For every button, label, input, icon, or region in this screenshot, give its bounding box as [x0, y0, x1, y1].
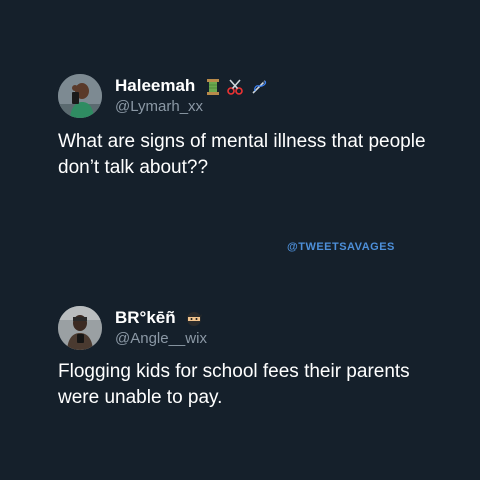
scissors-icon [226, 79, 243, 95]
display-name-text: Haleemah [115, 76, 196, 95]
user-handle[interactable]: @Angle__wix [115, 330, 207, 347]
sewing-needle-icon [251, 80, 266, 94]
watermark: @TWEETSAVAGES [287, 241, 395, 253]
tweet-text: What are signs of mental illness that pe… [58, 131, 426, 178]
avatar[interactable] [58, 74, 102, 118]
avatar-photo-icon [58, 74, 102, 118]
name-emojis [184, 309, 203, 329]
avatar-photo-icon [58, 306, 102, 350]
name-emojis [204, 77, 267, 97]
ninja-face-icon [187, 312, 203, 327]
display-name[interactable]: Haleemah [115, 76, 268, 97]
avatar[interactable] [58, 306, 102, 350]
display-name[interactable]: BR°kēñ [115, 308, 203, 329]
thread-spool-icon [207, 79, 220, 96]
tweet-text: Flogging kids for school fees their pare… [58, 361, 410, 408]
display-name-text: BR°kēñ [115, 308, 176, 327]
user-handle[interactable]: @Lymarh_xx [115, 98, 203, 115]
